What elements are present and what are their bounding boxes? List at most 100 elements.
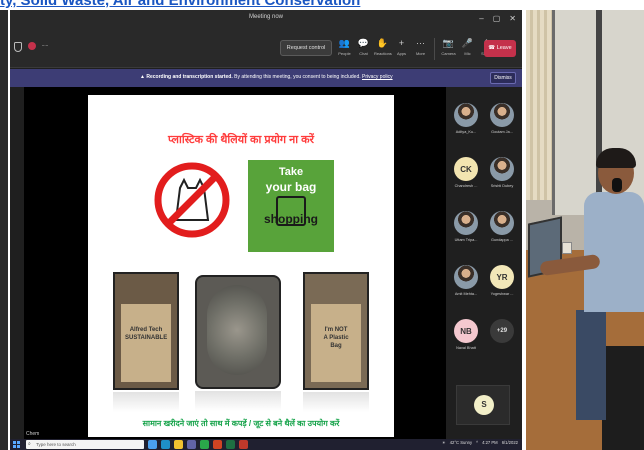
reactions-label: Reactions bbox=[374, 51, 392, 56]
left-edge-strip bbox=[0, 10, 8, 450]
presenter-label: Chem bbox=[26, 431, 40, 437]
participant-tile[interactable]: Srishti Dubey bbox=[484, 157, 520, 201]
tray-arrow-icon[interactable]: ^ bbox=[476, 440, 478, 445]
participant-name: Goutam Ja... bbox=[491, 130, 513, 134]
self-video-tile[interactable]: S bbox=[456, 385, 510, 425]
participant-tile[interactable]: Uttam Tripa... bbox=[448, 211, 484, 255]
close-icon[interactable]: ✕ bbox=[509, 14, 516, 23]
more-icon: ··· bbox=[416, 38, 425, 48]
more-button[interactable]: ··· More bbox=[412, 36, 429, 62]
apps-label: Apps bbox=[396, 51, 407, 56]
leave-button[interactable]: ☎ Leave bbox=[484, 40, 516, 57]
bag-top-view bbox=[207, 285, 267, 375]
task-view-icon[interactable] bbox=[148, 440, 157, 449]
excel-icon[interactable] bbox=[226, 440, 235, 449]
chat-button[interactable]: 💬 Chat bbox=[355, 36, 372, 62]
file-explorer-icon[interactable] bbox=[174, 440, 183, 449]
participant-gallery: Aditya_Ku... Goutam Ja... CK Chandresh .… bbox=[446, 87, 522, 439]
participant-tile[interactable]: Gundappa ... bbox=[484, 211, 520, 255]
privacy-policy-link[interactable]: Privacy policy bbox=[362, 74, 393, 80]
more-label: More bbox=[415, 51, 426, 56]
camera-label: Camera bbox=[441, 51, 456, 56]
toolbar-icons: 👥 People 💬 Chat ✋ Reactions + Apps ··· More 📷… bbox=[336, 36, 495, 62]
cloth-bag-photo-2 bbox=[195, 275, 281, 389]
windows-taskbar: ⌕ Type here to search ☀ 42°C Sunny ^ 4:2… bbox=[10, 439, 522, 450]
teams-window: Meeting now – ▢ ✕ -·- Request control 👥 P… bbox=[10, 10, 522, 450]
mic-button[interactable]: 🎤 Mic bbox=[459, 36, 476, 62]
mic-label: Mic bbox=[464, 51, 471, 56]
photo-reflection-1 bbox=[113, 392, 179, 412]
weather-text[interactable]: 42°C Sunny bbox=[450, 440, 472, 445]
taskbar-search-box[interactable]: ⌕ Type here to search bbox=[26, 440, 144, 449]
edge-icon[interactable] bbox=[161, 440, 170, 449]
maximize-icon[interactable]: ▢ bbox=[493, 14, 501, 23]
camera-icon: 📷 bbox=[442, 38, 455, 48]
photo-reflection-3 bbox=[303, 392, 369, 412]
chrome-icon[interactable] bbox=[200, 440, 209, 449]
recording-banner: ▲ Recording and transcription started. B… bbox=[10, 69, 522, 87]
photo-reflection-2 bbox=[195, 391, 281, 411]
reactions-button[interactable]: ✋ Reactions bbox=[374, 36, 392, 62]
office-chair bbox=[602, 346, 644, 450]
banner-bold-text: Recording and transcription started. bbox=[146, 74, 233, 80]
people-button[interactable]: 👥 People bbox=[336, 36, 353, 62]
chat-icon: 💬 bbox=[357, 38, 370, 48]
poster-your-bag-text: your bag bbox=[265, 180, 317, 194]
acrobat-icon[interactable] bbox=[239, 440, 248, 449]
participant-name: Chandresh ... bbox=[454, 184, 478, 188]
headset-icon bbox=[612, 178, 622, 192]
participant-tile[interactable]: YR Yogeshwar ... bbox=[484, 265, 520, 309]
camera-button[interactable]: 📷 Camera bbox=[440, 36, 457, 62]
participant-tile[interactable]: Aditya_Ku... bbox=[448, 103, 484, 147]
person-body bbox=[584, 192, 644, 312]
avatar bbox=[490, 211, 514, 235]
request-control-button[interactable]: Request control bbox=[280, 40, 332, 56]
curtain bbox=[526, 10, 552, 200]
participant-tile[interactable]: Goutam Ja... bbox=[484, 103, 520, 147]
meeting-info-icon[interactable]: -·- bbox=[42, 42, 48, 52]
dismiss-button[interactable]: Dismiss bbox=[490, 72, 516, 84]
cloth-bag-photo-1: Alfred Tech SUSTAINABLE bbox=[113, 272, 179, 390]
cloth-bag-photo-3: I'm NOT A Plastic Bag bbox=[303, 272, 369, 390]
minimize-icon[interactable]: – bbox=[479, 14, 483, 23]
search-icon: ⌕ bbox=[28, 441, 31, 447]
no-plastic-bag-icon bbox=[154, 162, 230, 238]
recording-icon bbox=[28, 42, 36, 50]
canvas-bag: Alfred Tech SUSTAINABLE bbox=[121, 304, 171, 382]
office-photo bbox=[526, 10, 644, 450]
date-text[interactable]: 6/1/2022 bbox=[502, 440, 518, 445]
people-label: People bbox=[338, 51, 351, 56]
banner-text: ▲ Recording and transcription started. B… bbox=[140, 74, 393, 80]
apps-icon: + bbox=[398, 38, 405, 48]
desk-item bbox=[562, 242, 572, 254]
avatar: YR bbox=[490, 265, 514, 289]
banner-body-text: By attending this meeting, you consent t… bbox=[232, 74, 361, 80]
more-participants-count: +29 bbox=[490, 319, 514, 343]
self-avatar: S bbox=[474, 395, 494, 415]
teams-icon[interactable] bbox=[187, 440, 196, 449]
apps-button[interactable]: + Apps bbox=[393, 36, 410, 62]
avatar bbox=[454, 265, 478, 289]
bag-1-label: Alfred Tech SUSTAINABLE bbox=[125, 327, 168, 341]
mic-icon: 🎤 bbox=[461, 38, 474, 48]
participant-name: Naval Bhatt bbox=[456, 346, 476, 350]
avatar bbox=[454, 103, 478, 127]
participant-tile[interactable]: NB Naval Bhatt bbox=[448, 319, 484, 363]
powerpoint-icon[interactable] bbox=[213, 440, 222, 449]
take-your-bag-poster: Take your bag shopping bbox=[248, 160, 334, 252]
screenshot-root: ty, Solid Waste, Air and Environment Con… bbox=[0, 0, 644, 450]
person-hair bbox=[596, 148, 636, 168]
windows-start-icon[interactable] bbox=[13, 441, 20, 448]
taskbar-apps bbox=[148, 440, 248, 449]
participant-tile[interactable]: CK Chandresh ... bbox=[448, 157, 484, 201]
document-link[interactable]: ty, Solid Waste, Air and Environment Con… bbox=[0, 0, 470, 8]
avatar bbox=[490, 103, 514, 127]
reactions-icon: ✋ bbox=[376, 38, 389, 48]
avatar bbox=[454, 211, 478, 235]
participant-name: Srishti Dubey bbox=[490, 184, 514, 188]
title-bar: Meeting now – ▢ ✕ bbox=[10, 10, 522, 30]
participant-tile[interactable]: Amit Mehta... bbox=[448, 265, 484, 309]
time-text[interactable]: 4:27 PM bbox=[482, 440, 498, 445]
participant-name: Yogeshwar ... bbox=[490, 292, 514, 296]
more-participants-tile[interactable]: +29 bbox=[484, 319, 520, 363]
